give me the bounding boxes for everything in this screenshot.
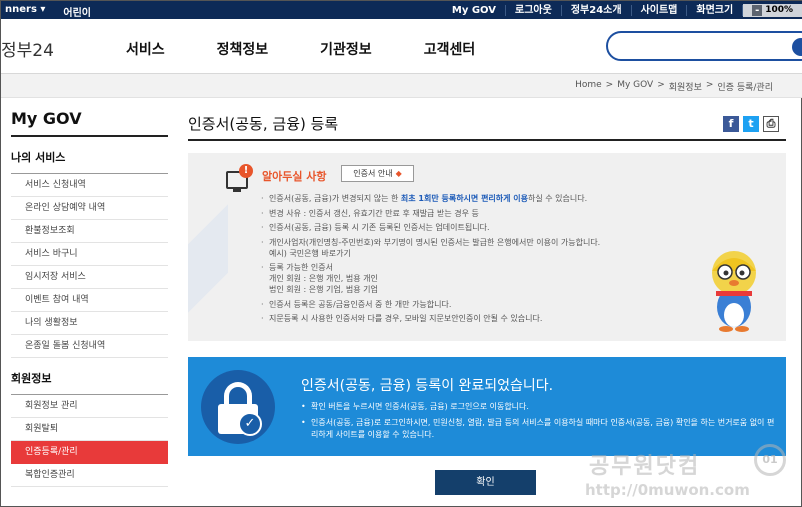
cert-guide-button[interactable]: 인증서 안내 ◆	[341, 165, 414, 182]
notice-title: 알아두실 사항	[262, 170, 327, 183]
title-divider	[188, 139, 786, 141]
nav-policy-info[interactable]: 정책정보	[217, 39, 269, 59]
top-link-kids[interactable]: 어린이	[59, 4, 95, 19]
notice-decoration	[188, 153, 228, 341]
sidebar-item-service-basket[interactable]: 서비스 바구니	[11, 243, 168, 266]
watermark-url: http://0muwon.com	[585, 481, 750, 499]
breadcrumb-current: 인증 등록/관리	[717, 83, 773, 93]
arrow-icon: ◆	[395, 169, 402, 178]
sidebar-item-refund-lookup[interactable]: 환불정보조회	[11, 220, 168, 243]
sidebar-item-withdraw[interactable]: 회원탈퇴	[11, 418, 168, 441]
completion-panel: ✓ 인증서(공동, 금융) 등록이 완료되었습니다. 확인 버튼을 누르시면 인…	[188, 357, 786, 456]
main-nav: 서비스 정책정보 기관정보 고객센터	[126, 39, 475, 59]
sidebar: My GOV 나의 서비스 서비스 신청내역 온라인 상담예약 내역 환불정보조…	[11, 109, 168, 487]
twitter-share-icon[interactable]: t	[743, 116, 759, 132]
breadcrumb-bar: Home > My GOV > 회원정보 > 인증 등록/관리	[1, 74, 802, 98]
zoom-value: 100%	[765, 5, 793, 15]
sidebar-item-member-management[interactable]: 회원정보 관리	[11, 395, 168, 418]
sidebar-section-my-services: 나의 서비스	[11, 137, 168, 174]
breadcrumb-separator: >	[657, 80, 665, 90]
list-item: 개인사업자(개인명칭-주민번호)와 부기명이 명시된 인증서는 발급한 은행에서…	[261, 237, 641, 259]
watermark-text: 공무원닷컴	[589, 454, 701, 479]
print-icon[interactable]: ⎙	[763, 116, 779, 132]
notice-box: ! 알아두실 사항 인증서 안내◆ 인증서(공동, 금융)가 변경되지 않는 한…	[188, 153, 786, 341]
zoom-out-button[interactable]: -	[752, 5, 763, 16]
list-item: 지문등록 시 사용한 인증서와 다를 경우, 모바일 지문보안인증이 안될 수 …	[261, 313, 641, 324]
search-icon[interactable]	[792, 38, 802, 56]
confirm-button[interactable]: 확인	[435, 470, 536, 495]
breadcrumb: Home > My GOV > 회원정보 > 인증 등록/관리	[575, 80, 773, 93]
top-link-sitemap[interactable]: 사이트맵	[632, 5, 688, 16]
notice-list: 인증서(공동, 금융)가 변경되지 않는 한 최초 1회만 등록하시면 편리하게…	[261, 193, 641, 328]
sidebar-item-consult-reservations[interactable]: 온라인 상담예약 내역	[11, 197, 168, 220]
sidebar-item-cert-management[interactable]: 인증등록/관리	[11, 441, 168, 464]
breadcrumb-home[interactable]: Home	[575, 80, 602, 93]
list-item: 변경 사유 : 인증서 갱신, 유효기간 만료 후 재발급 받는 경우 등	[261, 208, 641, 219]
site-header: 정부24 서비스 정책정보 기관정보 고객센터	[1, 19, 802, 74]
nav-customer-center[interactable]: 고객센터	[424, 39, 476, 59]
search-input[interactable]	[606, 31, 802, 61]
check-icon: ✓	[238, 412, 262, 436]
breadcrumb-mygov[interactable]: My GOV	[617, 80, 653, 93]
list-item: 인증서 등록은 공동/금융인증서 중 한 개만 가능합니다.	[261, 299, 641, 310]
list-item: 등록 가능한 인증서 개인 회원 : 은행 개인, 범용 개인 법인 회원 : …	[261, 262, 641, 295]
nav-services[interactable]: 서비스	[126, 39, 165, 59]
breadcrumb-member-info[interactable]: 회원정보	[669, 80, 702, 93]
mascot-illustration	[712, 251, 756, 332]
list-item: 인증서(공동, 금융) 등록 시 기존 등록된 인증서는 업데이트됩니다.	[261, 222, 641, 233]
breadcrumb-separator: >	[605, 80, 614, 90]
site-logo[interactable]: 정부24	[1, 36, 54, 61]
notice-highlight: 최초 1회만 등록하시면 편리하게 이용	[400, 194, 529, 203]
top-link-about[interactable]: 정부24소개	[562, 5, 632, 16]
alert-icon: !	[239, 164, 253, 178]
cert-guide-label: 인증서 안내	[353, 169, 393, 178]
lock-icon: ✓	[201, 370, 275, 444]
sidebar-item-care-requests[interactable]: 온종일 돌봄 신청내역	[11, 335, 168, 358]
notice-text: 인증서(공동, 금융)가 변경되지 않는 한	[269, 194, 401, 203]
notice-text: 하실 수 있습니다.	[528, 194, 588, 203]
completion-title: 인증서(공동, 금융) 등록이 완료되었습니다.	[301, 378, 554, 394]
sidebar-title: My GOV	[11, 109, 168, 137]
list-item: 인증서(공동, 금융)로 로그인하시면, 민원신청, 열람, 발급 등의 서비스…	[301, 417, 781, 441]
sidebar-item-multi-auth[interactable]: 복합인증관리	[11, 464, 168, 487]
list-item: 인증서(공동, 금융)가 변경되지 않는 한 최초 1회만 등록하시면 편리하게…	[261, 193, 641, 204]
sidebar-item-service-history[interactable]: 서비스 신청내역	[11, 174, 168, 197]
top-utility-bar: nners ▾ 어린이 My GOV 로그아웃 정부24소개 사이트맵 화면크기…	[1, 1, 802, 19]
top-link-mygov[interactable]: My GOV	[443, 5, 507, 16]
completion-list: 확인 버튼을 누르시면 인증서(공동, 금융) 로그인으로 이동합니다. 인증서…	[301, 401, 781, 445]
facebook-share-icon[interactable]: f	[723, 116, 739, 132]
top-link-screen-size: 화면크기	[687, 5, 744, 16]
list-item: 확인 버튼을 누르시면 인증서(공동, 금융) 로그인으로 이동합니다.	[301, 401, 781, 413]
sidebar-item-life-info[interactable]: 나의 생활정보	[11, 312, 168, 335]
watermark-badge: 01	[754, 444, 786, 476]
page-title: 인증서(공동, 금융) 등록	[188, 115, 339, 133]
top-left-menu[interactable]: nners ▾	[1, 4, 49, 19]
zoom-control: - 100%	[743, 4, 802, 17]
sidebar-item-event-history[interactable]: 이벤트 참여 내역	[11, 289, 168, 312]
top-link-logout[interactable]: 로그아웃	[506, 5, 562, 16]
nav-agency-info[interactable]: 기관정보	[320, 39, 372, 59]
sidebar-section-member-info: 회원정보	[11, 358, 168, 395]
sidebar-item-saved-services[interactable]: 임시저장 서비스	[11, 266, 168, 289]
lock-shackle	[224, 382, 252, 406]
breadcrumb-separator: >	[705, 80, 714, 90]
